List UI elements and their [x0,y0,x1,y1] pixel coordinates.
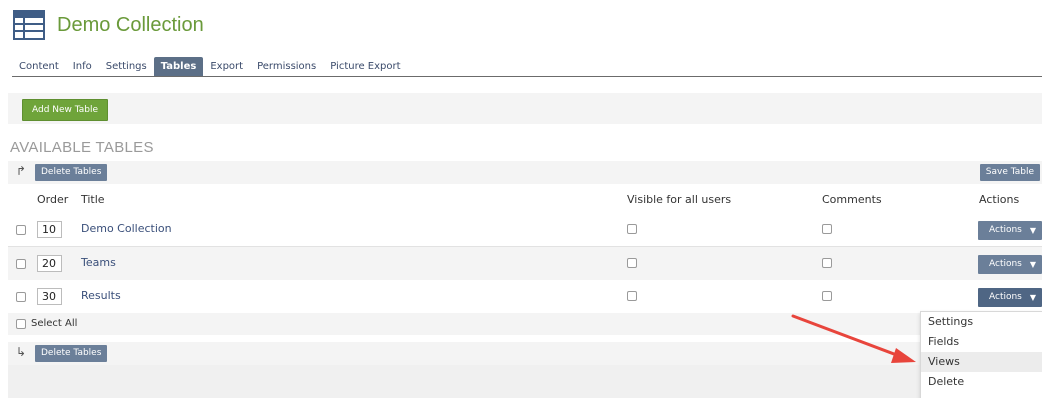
tab-picture-export[interactable]: Picture Export [323,57,407,76]
caret-down-icon: ▼ [1029,260,1036,269]
actions-button[interactable]: Actions ▼ [978,221,1042,240]
tab-permissions[interactable]: Permissions [250,57,323,76]
tab-info[interactable]: Info [66,57,99,76]
add-new-table-button[interactable]: Add New Table [22,99,109,121]
select-all-label: Select All [31,318,78,329]
table-title-link[interactable]: Teams [81,256,116,269]
tab-bar: Content Info Settings Tables Export Perm… [12,55,1042,77]
visible-checkbox[interactable] [627,224,637,234]
menu-item-views[interactable]: Views [921,352,1042,372]
table-row: 10 Demo Collection Actions ▼ [8,213,1042,247]
actions-button-open[interactable]: Actions ▼ [978,288,1042,307]
column-header-comments: Comments [822,193,882,206]
menu-item-delete[interactable]: Delete [921,372,1042,392]
page-title: Demo Collection [57,14,204,36]
table-title-link[interactable]: Results [81,289,121,302]
column-header-order[interactable]: Order [37,193,68,206]
table-row: 20 Teams Actions ▼ [8,247,1042,281]
row-checkbox[interactable] [16,292,26,302]
corner-arrow-up-icon: ↱ [16,164,27,178]
tab-export[interactable]: Export [203,57,250,76]
column-header-title[interactable]: Title [81,193,105,206]
page-header: Demo Collection [13,8,204,42]
row-checkbox[interactable] [16,225,26,235]
table-header: Order Title Visible for all users Commen… [8,185,1042,214]
actions-label: Actions [989,225,1022,235]
page: Demo Collection Content Info Settings Ta… [0,0,1042,398]
tab-settings[interactable]: Settings [99,57,154,76]
top-action-bar: ↱ Delete Tables Save Table [8,161,1042,184]
menu-item-fields[interactable]: Fields [921,332,1042,352]
tab-content[interactable]: Content [12,57,66,76]
caret-down-icon: ▼ [1029,293,1036,302]
corner-arrow-down-icon: ↳ [16,345,27,359]
section-heading: AVAILABLE TABLES [10,139,154,156]
delete-tables-button-top[interactable]: Delete Tables [35,164,108,181]
actions-label: Actions [989,292,1022,302]
table-row: 30 Results Actions ▼ [8,280,1042,314]
select-all-checkbox[interactable] [16,319,26,329]
column-header-visible: Visible for all users [627,193,732,206]
column-header-actions: Actions [979,193,1020,206]
save-table-button[interactable]: Save Table [979,164,1040,181]
caret-down-icon: ▼ [1029,226,1036,235]
actions-label: Actions [989,259,1022,269]
table-icon [13,10,45,40]
toolbar: Add New Table [8,93,1042,124]
actions-dropdown-menu: Settings Fields Views Delete [920,311,1042,398]
tab-tables[interactable]: Tables [153,57,204,76]
visible-checkbox[interactable] [627,291,637,301]
comments-checkbox[interactable] [822,224,832,234]
comments-checkbox[interactable] [822,291,832,301]
actions-button[interactable]: Actions ▼ [978,255,1042,274]
order-input[interactable]: 30 [37,288,62,305]
delete-tables-button-bottom[interactable]: Delete Tables [35,345,108,362]
comments-checkbox[interactable] [822,258,832,268]
order-input[interactable]: 20 [37,255,62,272]
table-title-link[interactable]: Demo Collection [81,222,172,235]
menu-item-settings[interactable]: Settings [921,312,1042,332]
order-input[interactable]: 10 [37,221,62,238]
row-checkbox[interactable] [16,259,26,269]
visible-checkbox[interactable] [627,258,637,268]
annotation-arrow-icon [791,314,916,363]
